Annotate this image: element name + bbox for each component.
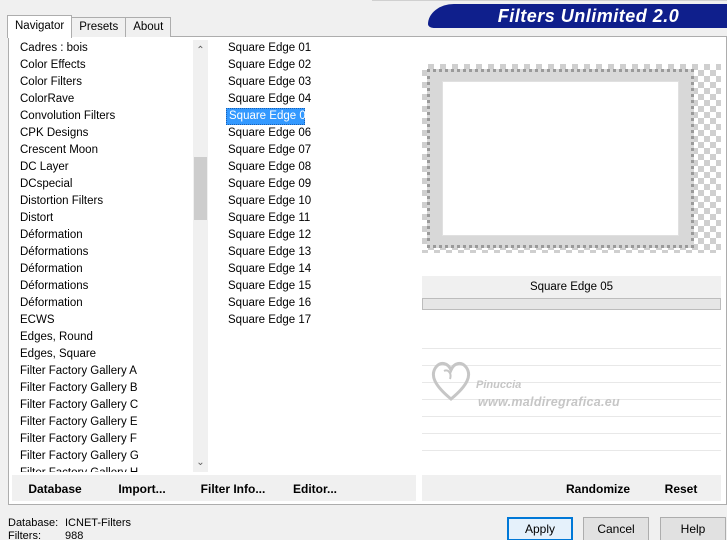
category-item[interactable]: Edges, Round [12,329,208,346]
filters-unlimited-logo: Filters Unlimited 2.0 [428,4,727,28]
status-filters-row: Filters: 988 [8,530,131,540]
category-item[interactable]: DC Layer [12,159,208,176]
category-item[interactable]: Déformation [12,295,208,312]
category-item[interactable]: Filter Factory Gallery F [12,431,208,448]
category-item[interactable]: Distort [12,210,208,227]
filter-item[interactable]: Square Edge 10 [226,193,311,210]
reset-button[interactable]: Reset [658,475,704,501]
category-item[interactable]: Déformation [12,261,208,278]
filter-list[interactable]: Square Edge 01 Square Edge 02 Square Edge … [216,40,416,472]
category-item[interactable]: Convolution Filters [12,108,208,125]
category-item[interactable]: Color Effects [12,57,208,74]
database-button[interactable]: Database [16,475,94,501]
filter-item[interactable]: Square Edge 17 [226,312,311,329]
title-strip [372,0,727,2]
scroll-up-icon[interactable]: ⌃ [193,42,208,59]
filter-item[interactable]: Square Edge 03 [226,74,311,91]
category-item[interactable]: Filter Factory Gallery A [12,363,208,380]
reset-button-label: Reset [664,482,698,496]
category-item[interactable]: Filter Factory Gallery C [12,397,208,414]
help-button[interactable]: Help [660,517,726,540]
preset-button-row: Randomize Reset [422,475,721,501]
param-divider [422,450,721,451]
category-item[interactable]: Distortion Filters [12,193,208,210]
filter-item[interactable]: Square Edge 13 [226,244,311,261]
watermark-site: www.maldiregrafica.eu [478,395,620,409]
watermark: Pinuccia www.maldiregrafica.eu [426,355,656,415]
status-info: Database: ICNET-Filters Filters: 988 [8,517,131,540]
status-filters-label: Filters: [8,530,41,540]
filter-item[interactable]: Square Edge 11 [226,210,310,227]
filter-item[interactable]: Square Edge 09 [226,176,311,193]
category-item[interactable]: Déformation [12,227,208,244]
param-divider [422,348,721,349]
category-item[interactable]: Déformations [12,244,208,261]
filter-item[interactable]: Square Edge 16 [226,295,311,312]
param-divider [422,416,721,417]
category-item[interactable]: DCspecial [12,176,208,193]
filter-item[interactable]: Square Edge 06 [226,125,311,142]
category-item[interactable]: Filter Factory Gallery E [12,414,208,431]
scrollbar-thumb[interactable] [194,157,207,220]
status-filters-value: 988 [65,530,84,540]
heart-logo-icon [431,361,471,401]
navigator-button-row: Database Import... Filter Info... Editor… [12,475,416,501]
category-item[interactable]: Filter Factory Gallery B [12,380,208,397]
category-item[interactable]: Edges, Square [12,346,208,363]
category-scrollbar[interactable]: ⌃ ⌄ [193,40,208,472]
filter-item[interactable]: Square Edge 04 [226,91,311,108]
scroll-down-icon[interactable]: ⌄ [193,454,208,471]
randomize-button[interactable]: Randomize [558,475,638,501]
preview-image [442,81,679,236]
filter-item[interactable]: Square Edge 01 [226,40,311,57]
import-button-label: Import... [118,482,166,496]
tab-bar: Navigator Presets About [7,15,172,38]
filter-info-button[interactable]: Filter Info... [190,475,276,501]
current-filter-name: Square Edge 05 [422,276,721,298]
category-item[interactable]: Filter Factory Gallery H [12,465,208,472]
filter-item-selected[interactable]: Square Edge 05 [226,108,312,125]
database-button-label: Database [28,482,82,496]
status-database-row: Database: ICNET-Filters [8,517,131,530]
status-database-label: Database: [8,517,59,529]
filter-item[interactable]: Square Edge 15 [226,278,311,295]
status-database-value: ICNET-Filters [65,517,131,529]
category-list[interactable]: Cadres : bois Color Effects Color Filters C… [12,40,208,472]
category-item[interactable]: Crescent Moon [12,142,208,159]
filter-item[interactable]: Square Edge 14 [226,261,311,278]
tab-navigator[interactable]: Navigator [7,15,73,38]
filter-preview [422,64,721,253]
filter-item[interactable]: Square Edge 12 [226,227,311,244]
editor-button[interactable]: Editor... [290,475,340,501]
category-item[interactable]: ColorRave [12,91,208,108]
category-item[interactable]: Filter Factory Gallery G [12,448,208,465]
category-item[interactable]: Color Filters [12,74,208,91]
randomize-button-label: Randomize [565,482,630,496]
watermark-name: Pinuccia [476,379,522,391]
apply-button[interactable]: Apply [507,517,573,540]
category-item[interactable]: CPK Designs [12,125,208,142]
editor-button-label: Editor... [292,482,337,496]
progress-bar [422,298,721,310]
category-item[interactable]: ECWS [12,312,208,329]
filter-item[interactable]: Square Edge 02 [226,57,311,74]
filter-item[interactable]: Square Edge 08 [226,159,311,176]
import-button[interactable]: Import... [110,475,174,501]
cancel-button[interactable]: Cancel [583,517,649,540]
filter-info-button-label: Filter Info... [200,482,266,496]
category-item[interactable]: Cadres : bois [12,40,208,57]
preview-square-edge-frame [427,69,694,248]
param-divider [422,433,721,434]
category-item[interactable]: Déformations [12,278,208,295]
tab-presets[interactable]: Presets [71,17,127,37]
filter-item[interactable]: Square Edge 07 [226,142,311,159]
tab-about[interactable]: About [125,17,172,37]
